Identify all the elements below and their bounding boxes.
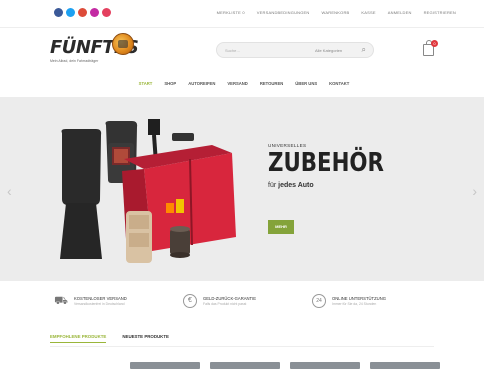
feature-support: 24 Online Unterstützung Immer für Sie da… — [312, 284, 430, 318]
checkout-link[interactable]: Kasse — [361, 10, 375, 15]
wishlist-link[interactable]: Merkliste 0 — [217, 10, 245, 15]
cart-link[interactable]: Warenkorb — [322, 10, 350, 15]
register-link[interactable]: Registrieren — [424, 10, 456, 15]
search-category-select[interactable]: Alle Kategorien — [315, 48, 342, 53]
site-logo[interactable]: FÜNFTES Mein Allrad, dein Fahrradträger — [50, 33, 139, 63]
top-bar: Merkliste 0 Versandbedingungen Warenkorb… — [0, 0, 484, 28]
cart-button[interactable]: 0 — [421, 38, 443, 60]
product-tabs: Empfohlene Produkte Neueste Produkte — [50, 334, 169, 343]
hero-subline: für jedes Auto — [268, 182, 409, 189]
nav-item-start[interactable]: Start — [139, 76, 153, 92]
instagram-icon[interactable] — [90, 8, 99, 17]
truck-icon: ⛟ — [54, 295, 68, 307]
hero-text: Universelles ZUBEHÖR für jedes Auto — [268, 143, 409, 189]
clock-24-icon: 24 — [312, 294, 326, 308]
slider-next-icon[interactable]: › — [472, 183, 477, 199]
login-link[interactable]: Anmelden — [388, 10, 412, 15]
feature-desc: Versandkostenfrei in Deutschland — [74, 302, 125, 306]
search-icon[interactable]: ⌕ — [362, 46, 366, 54]
nav-item-ueber-uns[interactable]: Über uns — [295, 76, 317, 92]
site-header: FÜNFTES Mein Allrad, dein Fahrradträger … — [0, 28, 484, 72]
feature-desc: Immer für Sie da, 24 Stunden — [332, 302, 377, 306]
hero-slider: ‹ › Universelles ZUBEHÖR für — [0, 97, 484, 281]
product-thumbnail[interactable] — [290, 362, 360, 369]
tab-featured-products[interactable]: Empfohlene Produkte — [50, 334, 107, 343]
tab-newest-products[interactable]: Neueste Produkte — [122, 334, 169, 343]
nav-item-retouren[interactable]: Retouren — [260, 76, 283, 92]
features-row: ⛟ Kostenloser Versand Versandkostenfrei … — [0, 284, 484, 318]
nav-item-autoreifen[interactable]: Autoreifen — [188, 76, 215, 92]
feature-shipping: ⛟ Kostenloser Versand Versandkostenfrei … — [54, 284, 172, 318]
hero-subline-bold: jedes Auto — [278, 182, 314, 189]
hero-product-image — [60, 119, 236, 263]
shipping-conditions-link[interactable]: Versandbedingungen — [257, 10, 310, 15]
feature-guarantee: € Geld-zurück-Garantie Falls das Produkt… — [183, 284, 301, 318]
product-thumbnail[interactable] — [370, 362, 440, 369]
euro-icon: € — [183, 294, 197, 308]
tabs-divider — [50, 346, 434, 347]
feature-desc: Falls das Produkt nicht passt — [203, 302, 247, 306]
search-bar: Suche… Alle Kategorien ⌕ — [216, 42, 374, 58]
product-thumbnails — [130, 362, 440, 369]
social-links — [54, 8, 111, 17]
nav-item-kontakt[interactable]: Kontakt — [329, 76, 349, 92]
nav-item-shop[interactable]: Shop — [164, 76, 176, 92]
nav-item-versand[interactable]: Versand — [227, 76, 247, 92]
product-thumbnail[interactable] — [130, 362, 200, 369]
feature-title: Geld-zurück-Garantie — [203, 296, 257, 301]
hero-subline-prefix: für — [268, 182, 277, 189]
product-thumbnail[interactable] — [210, 362, 280, 369]
feature-title: Kostenloser Versand — [74, 296, 127, 301]
slider-prev-icon[interactable]: ‹ — [7, 183, 12, 199]
logo-emblem-icon — [112, 33, 134, 55]
google-plus-icon[interactable] — [78, 8, 87, 17]
twitter-icon[interactable] — [66, 8, 75, 17]
feature-title: Online Unterstützung — [332, 296, 386, 301]
logo-tagline: Mein Allrad, dein Fahrradträger — [50, 59, 99, 63]
hero-headline: ZUBEHÖR — [268, 148, 384, 178]
main-nav: Start Shop Autoreifen Versand Retouren Ü… — [0, 76, 484, 92]
facebook-icon[interactable] — [54, 8, 63, 17]
cart-count-badge: 0 — [431, 40, 438, 47]
pinterest-icon[interactable] — [102, 8, 111, 17]
search-input[interactable]: Suche… — [225, 48, 240, 53]
hero-more-button[interactable]: Mehr — [268, 220, 294, 234]
top-links: Merkliste 0 Versandbedingungen Warenkorb… — [217, 10, 456, 15]
